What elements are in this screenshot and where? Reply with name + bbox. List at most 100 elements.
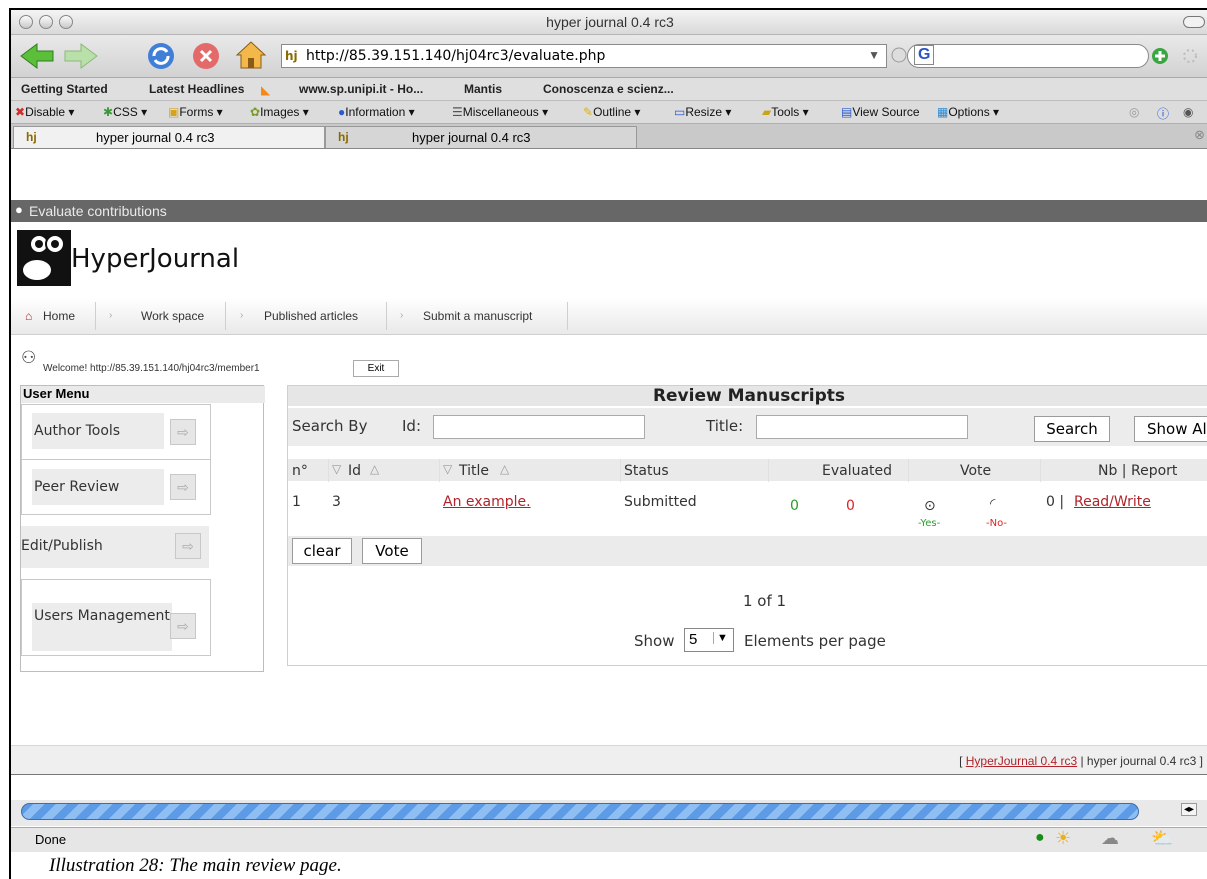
options-menu[interactable]: ▦Options ▾ [937, 105, 999, 119]
nav-submit-manuscript[interactable]: Submit a manuscript [423, 309, 532, 323]
close-tab-icon[interactable]: ⊗ [1194, 127, 1205, 143]
tools-icon: ▰ [762, 105, 772, 119]
search-button[interactable]: Search [1034, 416, 1110, 442]
bookmark-sp-unipi[interactable]: www.sp.unipi.it - Ho... [299, 82, 423, 96]
status-ok-icon[interactable]: ◎ [1129, 105, 1139, 119]
resize-icon: ▭ [674, 105, 686, 119]
nav-home[interactable]: Home [43, 309, 75, 323]
page-header-title: Evaluate contributions [29, 203, 167, 219]
css-menu[interactable]: ✱CSS ▾ [103, 105, 147, 119]
row-evaluated-no: 0 [846, 498, 855, 514]
url-bar[interactable]: hj http://85.39.151.140/hj04rc3/evaluate… [281, 44, 887, 68]
col-status: Status [624, 463, 669, 479]
more-icon[interactable]: ◉ [1183, 105, 1193, 119]
vote-button[interactable]: Vote [362, 538, 422, 564]
tab-inactive[interactable]: hj hyper journal 0.4 rc3 [325, 126, 637, 148]
miscellaneous-menu[interactable]: ☰Miscellaneous ▾ [452, 105, 548, 119]
toolbar-toggle-button[interactable] [1183, 16, 1205, 28]
exit-button[interactable]: Exit [353, 360, 399, 377]
images-icon: ✿ [250, 105, 261, 119]
col-n: n° [292, 463, 308, 479]
arrow-right-icon[interactable]: ⇨ [170, 613, 196, 639]
peer-review-item[interactable]: Peer Review ⇨ [21, 459, 211, 515]
title-search-input[interactable] [756, 415, 968, 439]
arrow-right-icon[interactable]: ⇨ [175, 533, 201, 559]
info-icon[interactable]: ⓘ [1157, 105, 1169, 122]
information-menu[interactable]: ●Information ▾ [338, 105, 415, 119]
reload-icon[interactable] [146, 41, 176, 71]
url-dropdown-icon[interactable]: ▼ [868, 48, 880, 62]
footer-bracket: [ [959, 754, 963, 768]
author-tools-item[interactable]: Author Tools ⇨ [21, 404, 211, 460]
row-status: Submitted [624, 494, 697, 510]
throbber-icon [1183, 49, 1197, 63]
bookmark-conoscenza[interactable]: Conoscenza e scienz... [543, 82, 674, 96]
nav-separator [95, 302, 96, 330]
peer-review-label: Peer Review [32, 469, 164, 505]
col-vote: Vote [960, 463, 992, 479]
page-top-spacer [11, 149, 1207, 200]
back-forward-icon[interactable] [17, 41, 137, 71]
edit-publish-item[interactable]: Edit/Publish ⇨ [21, 526, 209, 568]
view-source-icon: ▤ [841, 105, 853, 119]
footer-credits: [ HyperJournal 0.4 rc3 | hyper journal 0… [959, 754, 1203, 768]
show-all-button[interactable]: Show Al [1134, 416, 1207, 442]
rss-icon: ◣ [261, 83, 271, 97]
forms-menu[interactable]: ▣Forms ▾ [168, 105, 223, 119]
sort-down-icon[interactable]: ▽ [332, 462, 341, 476]
scroll-arrows-icon[interactable]: ◂▸ [1181, 803, 1198, 816]
navigation-toolbar: hj http://85.39.151.140/hj04rc3/evaluate… [11, 35, 1207, 78]
tools-menu[interactable]: ▰Tools ▾ [762, 105, 809, 119]
tab-active[interactable]: hj hyper journal 0.4 rc3 [13, 126, 325, 148]
title-label: Title: [706, 417, 744, 435]
search-engine-icon[interactable]: G [914, 45, 935, 65]
vote-yes-radio[interactable]: ⊙ [924, 498, 936, 514]
disable-menu[interactable]: ✖Disable ▾ [15, 105, 74, 119]
scroll-thumb[interactable] [21, 803, 1139, 820]
add-icon[interactable] [1151, 47, 1169, 65]
tab-title: hyper journal 0.4 rc3 [412, 130, 531, 145]
page-header-bar: ● Evaluate contributions [11, 200, 1207, 222]
outline-icon: ✎ [583, 105, 594, 119]
row-evaluated-yes: 0 [790, 498, 799, 514]
resize-menu[interactable]: ▭Resize ▾ [674, 105, 731, 119]
per-page-suffix: Elements per page [744, 632, 886, 650]
chevron-down-icon: ▼ [713, 632, 728, 644]
footer-link[interactable]: HyperJournal 0.4 rc3 [966, 754, 1077, 768]
read-write-link[interactable]: Read/Write [1074, 494, 1151, 510]
arrow-right-icon[interactable]: ⇨ [170, 419, 196, 445]
clear-button[interactable]: clear [292, 538, 352, 564]
bookmark-latest-headlines[interactable]: Latest Headlines [149, 82, 244, 96]
go-icon[interactable] [891, 47, 907, 63]
bookmark-mantis[interactable]: Mantis [464, 82, 502, 96]
home-icon[interactable] [235, 39, 267, 71]
outline-menu[interactable]: ✎Outline ▾ [583, 105, 640, 119]
arrow-right-icon[interactable]: ⇨ [170, 474, 196, 500]
tab-favicon-icon: hj [26, 130, 37, 144]
vote-no-radio[interactable]: ◜ [990, 496, 995, 512]
horizontal-scrollbar[interactable]: ◂▸ [11, 800, 1207, 826]
sort-up-icon[interactable]: △ [500, 462, 509, 476]
nav-arrow-icon: › [240, 310, 244, 321]
sort-down-icon[interactable]: ▽ [443, 462, 452, 476]
nav-separator [225, 302, 226, 330]
col-evaluated: Evaluated [822, 463, 893, 479]
stop-icon[interactable] [191, 41, 221, 71]
sort-up-icon[interactable]: △ [370, 462, 379, 476]
edit-publish-label: Edit/Publish [21, 538, 103, 554]
user-menu-panel: User Menu Author Tools ⇨ Peer Review ⇨ E… [20, 385, 265, 672]
images-menu[interactable]: ✿Images ▾ [250, 105, 309, 119]
footer-rest: | hyper journal 0.4 rc3 ] [1080, 754, 1203, 768]
nav-workspace[interactable]: Work space [141, 309, 204, 323]
user-icon: ⚇ [21, 348, 37, 367]
id-search-input[interactable] [433, 415, 645, 439]
per-page-select[interactable]: 5 ▼ [684, 628, 734, 652]
web-developer-toolbar: ✖Disable ▾ ✱CSS ▾ ▣Forms ▾ ✿Images ▾ ●In… [11, 101, 1207, 124]
row-title-link[interactable]: An example. [443, 494, 531, 510]
view-source-menu[interactable]: ▤View Source [841, 105, 920, 119]
search-engine-box[interactable]: G [907, 44, 1149, 68]
users-management-item[interactable]: Users Management ⇨ [21, 579, 211, 656]
bookmark-getting-started[interactable]: Getting Started [21, 82, 108, 96]
bookmarks-toolbar: Getting Started Latest Headlines ◣ www.s… [11, 78, 1207, 101]
nav-published-articles[interactable]: Published articles [264, 309, 358, 323]
